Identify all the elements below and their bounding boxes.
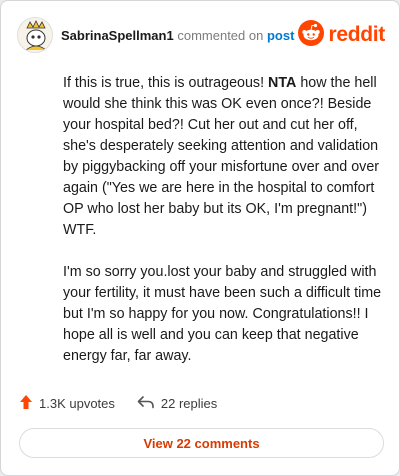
- comment-p1-end: how the hell would she think this was OK…: [63, 75, 380, 238]
- comment-meta: SabrinaSpellman1 commented on post: [61, 28, 294, 43]
- user-avatar[interactable]: [17, 17, 53, 53]
- comment-paragraph-2: I'm so sorry you.lost your baby and stru…: [63, 264, 382, 364]
- reddit-logo[interactable]: reddit: [298, 19, 385, 51]
- comment-body: If this is true, this is outrageous! NTA…: [63, 73, 383, 388]
- replies-count: 22 replies: [160, 396, 218, 411]
- upvote-arrow-icon: [19, 394, 33, 413]
- replies-button[interactable]: 22 replies: [137, 395, 217, 412]
- view-comments-button[interactable]: View 22 comments: [19, 428, 384, 458]
- username-link[interactable]: SabrinaSpellman1: [61, 28, 174, 43]
- commented-on-text: commented on: [177, 27, 264, 43]
- comment-card: SabrinaSpellman1 commented on post reddi…: [0, 0, 400, 476]
- comment-paragraph-1: If this is true, this is outrageous! NTA…: [63, 73, 383, 241]
- comment-p1-start: If this is true, this is outrageous!: [63, 75, 269, 91]
- reply-arrow-icon: [137, 395, 155, 412]
- post-link[interactable]: post: [267, 28, 294, 43]
- comment-nta: NTA: [268, 75, 297, 91]
- comment-actions: 1.3K upvotes 22 replies: [19, 394, 239, 413]
- upvote-button[interactable]: 1.3K upvotes: [19, 394, 115, 413]
- comment-header: SabrinaSpellman1 commented on post reddi…: [17, 15, 385, 55]
- upvote-count: 1.3K upvotes: [39, 396, 115, 411]
- reddit-wordmark: reddit: [328, 23, 385, 46]
- reddit-alien-icon: [298, 19, 325, 51]
